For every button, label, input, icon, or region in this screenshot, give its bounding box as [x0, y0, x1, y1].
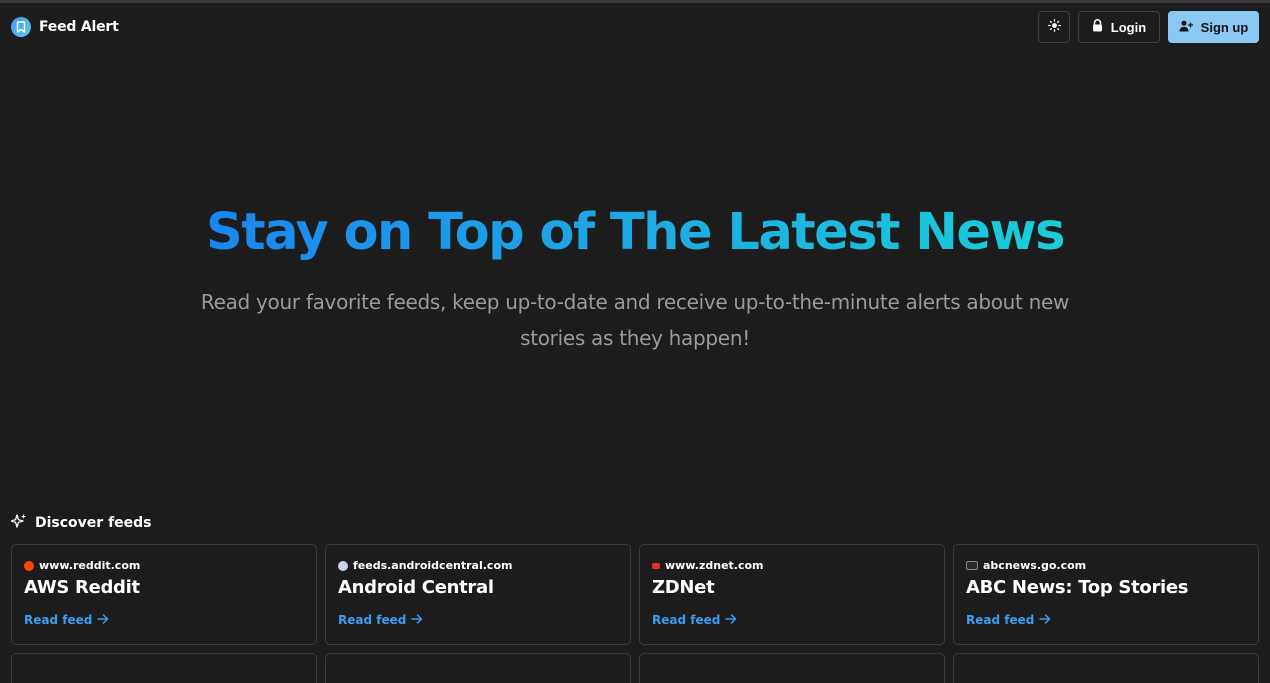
feed-domain: feeds.androidcentral.com [338, 559, 512, 572]
feed-card-partial[interactable] [953, 653, 1259, 683]
read-feed-label: Read feed [652, 613, 721, 627]
feed-domain-text: feeds.androidcentral.com [353, 559, 513, 572]
header: Feed Alert Login Sign up [0, 3, 1270, 51]
sun-icon [1047, 19, 1061, 35]
read-feed-label: Read feed [24, 613, 93, 627]
androidcentral-favicon-icon [338, 560, 348, 571]
feed-card-partial[interactable] [325, 653, 631, 683]
feed-card[interactable]: www.zdnet.com ZDNet Read feed [639, 544, 945, 645]
login-label: Login [1110, 19, 1147, 35]
arrow-right-icon [97, 613, 109, 627]
feed-title: ZDNet [652, 577, 715, 598]
read-feed-label: Read feed [966, 613, 1035, 627]
brand-title: Feed Alert [39, 19, 119, 35]
read-feed-link[interactable]: Read feed [966, 613, 1051, 627]
feed-domain-text: www.zdnet.com [665, 559, 764, 572]
read-feed-link[interactable]: Read feed [338, 613, 423, 627]
feed-domain: abcnews.go.com [966, 559, 1086, 572]
feed-card[interactable]: www.reddit.com AWS Reddit Read feed [11, 544, 317, 645]
signup-label: Sign up [1200, 19, 1249, 35]
feed-domain-text: abcnews.go.com [983, 559, 1087, 572]
feed-title: ABC News: Top Stories [966, 577, 1189, 598]
read-feed-link[interactable]: Read feed [24, 613, 109, 627]
sparkles-icon [10, 513, 27, 533]
hero-subtitle-line-2: stories as they happen! [520, 326, 750, 350]
user-plus-icon [1179, 20, 1193, 35]
hero-subtitle: Read your favorite feeds, keep up-to-dat… [185, 284, 1085, 356]
discover-label: Discover feeds [35, 515, 152, 531]
feed-domain: www.zdnet.com [652, 559, 764, 572]
hero-subtitle-line-1: Read your favorite feeds, keep up-to-dat… [200, 290, 1070, 314]
feed-card-partial[interactable] [11, 653, 317, 683]
read-feed-label: Read feed [338, 613, 407, 627]
zdnet-favicon-icon [652, 562, 660, 569]
brand[interactable]: Feed Alert [11, 17, 119, 37]
discover-heading: Discover feeds [10, 513, 152, 533]
feed-domain-text: www.reddit.com [39, 559, 141, 572]
bookmark-icon [11, 17, 31, 37]
arrow-right-icon [1039, 613, 1051, 627]
feed-title: AWS Reddit [24, 577, 140, 598]
arrow-right-icon [725, 613, 737, 627]
feed-domain: www.reddit.com [24, 559, 140, 572]
lock-icon [1092, 19, 1103, 35]
arrow-right-icon [411, 613, 423, 627]
feed-card-partial[interactable] [639, 653, 945, 683]
feed-card[interactable]: feeds.androidcentral.com Android Central… [325, 544, 631, 645]
read-feed-link[interactable]: Read feed [652, 613, 737, 627]
abcnews-favicon-icon [966, 561, 978, 570]
hero-title: Stay on Top of The Latest News [206, 203, 1065, 262]
feed-card[interactable]: abcnews.go.com ABC News: Top Stories Rea… [953, 544, 1259, 645]
theme-toggle-button[interactable] [1038, 11, 1070, 43]
reddit-favicon-icon [24, 560, 34, 571]
login-button[interactable]: Login [1078, 11, 1160, 43]
feed-title: Android Central [338, 577, 494, 598]
signup-button[interactable]: Sign up [1168, 11, 1259, 43]
